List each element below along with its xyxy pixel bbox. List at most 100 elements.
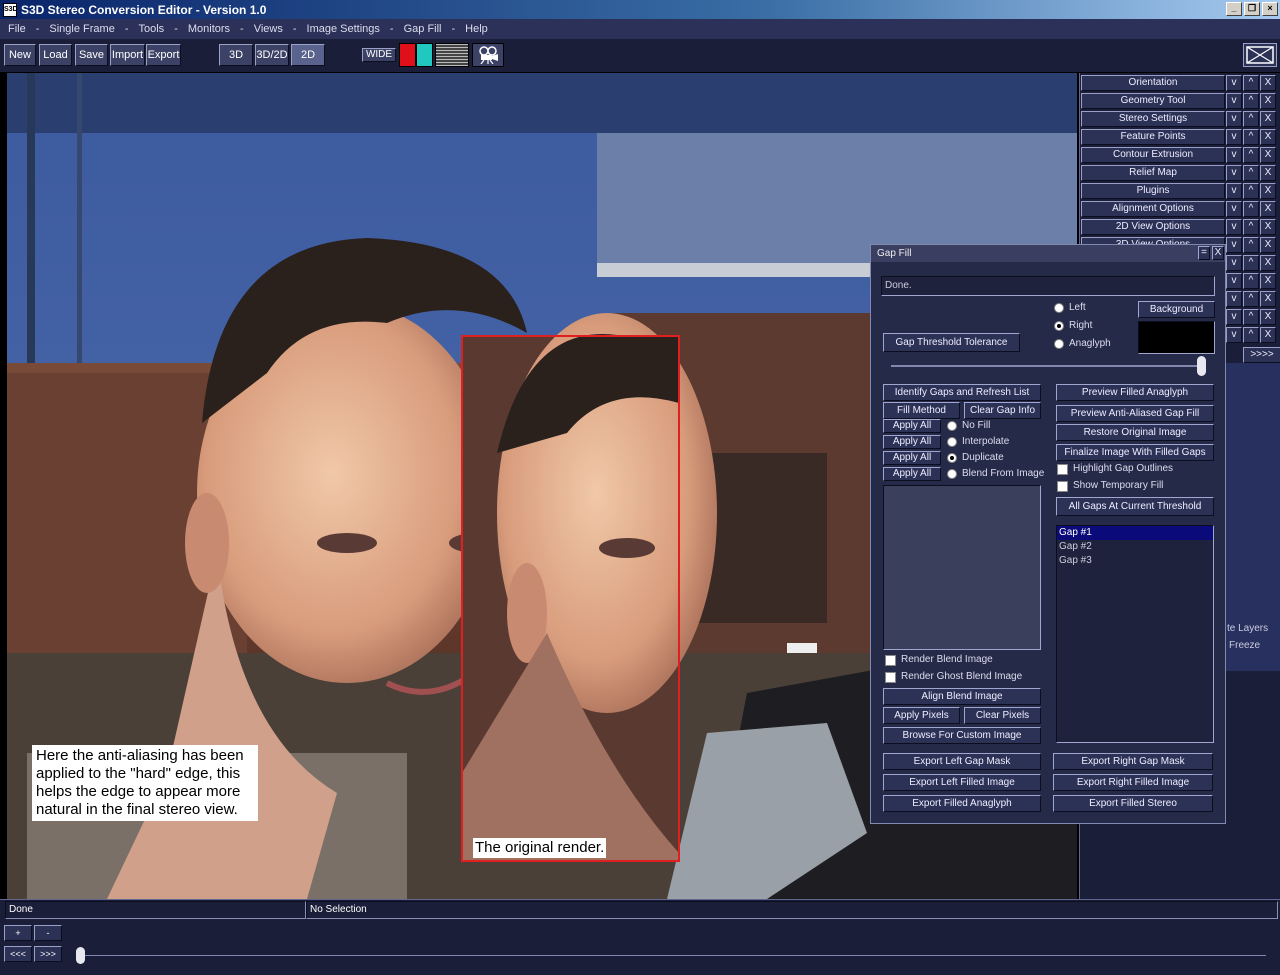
save-button[interactable]: Save: [75, 44, 108, 66]
panel-collapse-button[interactable]: ^: [1243, 219, 1259, 235]
panel-item-label[interactable]: 2D View Options: [1081, 219, 1225, 235]
close-button[interactable]: ×: [1262, 2, 1278, 16]
panel-collapse-button[interactable]: ^: [1243, 237, 1259, 253]
apply-all-button[interactable]: Apply All: [883, 451, 941, 465]
import-button[interactable]: Import: [110, 44, 145, 66]
identify-gaps-button[interactable]: Identify Gaps and Refresh List: [883, 384, 1041, 401]
menu-tools[interactable]: Tools: [139, 23, 165, 35]
restore-original-image-button[interactable]: Restore Original Image: [1056, 424, 1214, 441]
freeze-label[interactable]: Freeze: [1229, 640, 1260, 651]
panel-collapse-button[interactable]: ^: [1243, 147, 1259, 163]
panel-expand-button[interactable]: v: [1226, 111, 1242, 127]
panel-close-button[interactable]: X: [1260, 255, 1276, 271]
panel-close-button[interactable]: X: [1260, 273, 1276, 289]
panel-close-button[interactable]: X: [1260, 147, 1276, 163]
threshold-slider-thumb[interactable]: [1197, 356, 1206, 376]
fill-blend-radio[interactable]: [947, 469, 957, 479]
mode-3d-button[interactable]: 3D: [219, 44, 253, 66]
export-left-filled-image-button[interactable]: Export Left Filled Image: [883, 774, 1041, 791]
minimize-button[interactable]: _: [1226, 2, 1242, 16]
panel-collapse-button[interactable]: ^: [1243, 273, 1259, 289]
panel-collapse-button[interactable]: ^: [1243, 93, 1259, 109]
panel-expand-button[interactable]: v: [1226, 255, 1242, 271]
panel-collapse-button[interactable]: ^: [1243, 75, 1259, 91]
panel-expand-button[interactable]: v: [1226, 201, 1242, 217]
panel-close-button[interactable]: X: [1260, 219, 1276, 235]
gap-list-item-2[interactable]: Gap #2: [1057, 540, 1213, 554]
panel-expand-button[interactable]: v: [1226, 93, 1242, 109]
panel-close-button[interactable]: X: [1260, 111, 1276, 127]
timeline-thumb[interactable]: [76, 947, 85, 964]
panel-expand-button[interactable]: v: [1226, 309, 1242, 325]
panel-expand-button[interactable]: >>>>: [1243, 347, 1280, 363]
new-button[interactable]: New: [4, 44, 36, 66]
menu-file[interactable]: File: [8, 23, 26, 35]
preview-anti-aliased-button[interactable]: Preview Anti-Aliased Gap Fill: [1056, 405, 1214, 422]
panel-item-label[interactable]: Geometry Tool: [1081, 93, 1225, 109]
panel-expand-button[interactable]: v: [1226, 219, 1242, 235]
timeline-track[interactable]: [80, 955, 1266, 956]
apply-all-button[interactable]: Apply All: [883, 435, 941, 449]
preview-filled-anaglyph-button[interactable]: Preview Filled Anaglyph: [1056, 384, 1214, 401]
panel-item-label[interactable]: Relief Map: [1081, 165, 1225, 181]
panel-close-button[interactable]: X: [1260, 129, 1276, 145]
camera-icon[interactable]: [472, 43, 504, 67]
panel-collapse-button[interactable]: ^: [1243, 291, 1259, 307]
render-ghost-checkbox[interactable]: [885, 672, 896, 683]
left-eye-color-swatch[interactable]: [399, 43, 416, 67]
view-anaglyph-radio[interactable]: [1054, 339, 1064, 349]
panel-collapse-button[interactable]: ^: [1243, 201, 1259, 217]
gap-fill-minimize-button[interactable]: =: [1198, 246, 1210, 260]
export-left-gap-mask-button[interactable]: Export Left Gap Mask: [883, 753, 1041, 770]
panel-close-button[interactable]: X: [1260, 165, 1276, 181]
gap-list[interactable]: Gap #1 Gap #2 Gap #3: [1056, 525, 1214, 743]
panel-item-label[interactable]: Alignment Options: [1081, 201, 1225, 217]
clear-pixels-button[interactable]: Clear Pixels: [964, 707, 1041, 724]
finalize-image-button[interactable]: Finalize Image With Filled Gaps: [1056, 444, 1214, 461]
all-gaps-threshold-button[interactable]: All Gaps At Current Threshold: [1056, 497, 1214, 516]
panel-item-label[interactable]: Orientation: [1081, 75, 1225, 91]
fill-method-button[interactable]: Fill Method: [883, 402, 960, 419]
export-right-filled-image-button[interactable]: Export Right Filled Image: [1053, 774, 1213, 791]
panel-expand-button[interactable]: v: [1226, 273, 1242, 289]
zoom-out-button[interactable]: -: [34, 925, 62, 941]
panel-collapse-button[interactable]: ^: [1243, 183, 1259, 199]
align-blend-image-button[interactable]: Align Blend Image: [883, 688, 1041, 705]
gap-list-item-1[interactable]: Gap #1: [1057, 526, 1213, 540]
menu-gap-fill[interactable]: Gap Fill: [404, 23, 442, 35]
highlight-gap-outlines-checkbox[interactable]: [1057, 464, 1068, 475]
zoom-in-button[interactable]: +: [4, 925, 32, 941]
mode-3d2d-button[interactable]: 3D/2D: [255, 44, 289, 66]
next-frame-button[interactable]: >>>: [34, 946, 62, 962]
panel-close-button[interactable]: X: [1260, 93, 1276, 109]
export-right-gap-mask-button[interactable]: Export Right Gap Mask: [1053, 753, 1213, 770]
view-left-radio[interactable]: [1054, 303, 1064, 313]
menu-monitors[interactable]: Monitors: [188, 23, 230, 35]
render-blend-checkbox[interactable]: [885, 655, 896, 666]
apply-pixels-button[interactable]: Apply Pixels: [883, 707, 960, 724]
show-temporary-fill-checkbox[interactable]: [1057, 481, 1068, 492]
panel-expand-button[interactable]: v: [1226, 165, 1242, 181]
background-color-swatch[interactable]: [1138, 321, 1215, 354]
grid-icon[interactable]: [435, 43, 469, 67]
gap-fill-title-bar[interactable]: Gap Fill: [871, 245, 1225, 262]
panel-collapse-button[interactable]: ^: [1243, 129, 1259, 145]
maximize-button[interactable]: ❐: [1244, 2, 1260, 16]
panel-expand-button[interactable]: v: [1226, 147, 1242, 163]
apply-all-button[interactable]: Apply All: [883, 419, 941, 433]
panel-collapse-button[interactable]: ^: [1243, 255, 1259, 271]
panel-item-label[interactable]: Contour Extrusion: [1081, 147, 1225, 163]
menu-single-frame[interactable]: Single Frame: [49, 23, 114, 35]
panel-expand-button[interactable]: v: [1226, 237, 1242, 253]
panel-collapse-button[interactable]: ^: [1243, 111, 1259, 127]
threshold-slider-track[interactable]: [891, 365, 1201, 367]
export-filled-stereo-button[interactable]: Export Filled Stereo: [1053, 795, 1213, 812]
menu-views[interactable]: Views: [254, 23, 283, 35]
panel-close-button[interactable]: X: [1260, 291, 1276, 307]
panel-item-label[interactable]: Plugins: [1081, 183, 1225, 199]
panel-collapse-button[interactable]: ^: [1243, 165, 1259, 181]
background-button[interactable]: Background: [1138, 301, 1215, 318]
apply-all-button[interactable]: Apply All: [883, 467, 941, 481]
panel-collapse-button[interactable]: ^: [1243, 309, 1259, 325]
panel-expand-button[interactable]: v: [1226, 75, 1242, 91]
